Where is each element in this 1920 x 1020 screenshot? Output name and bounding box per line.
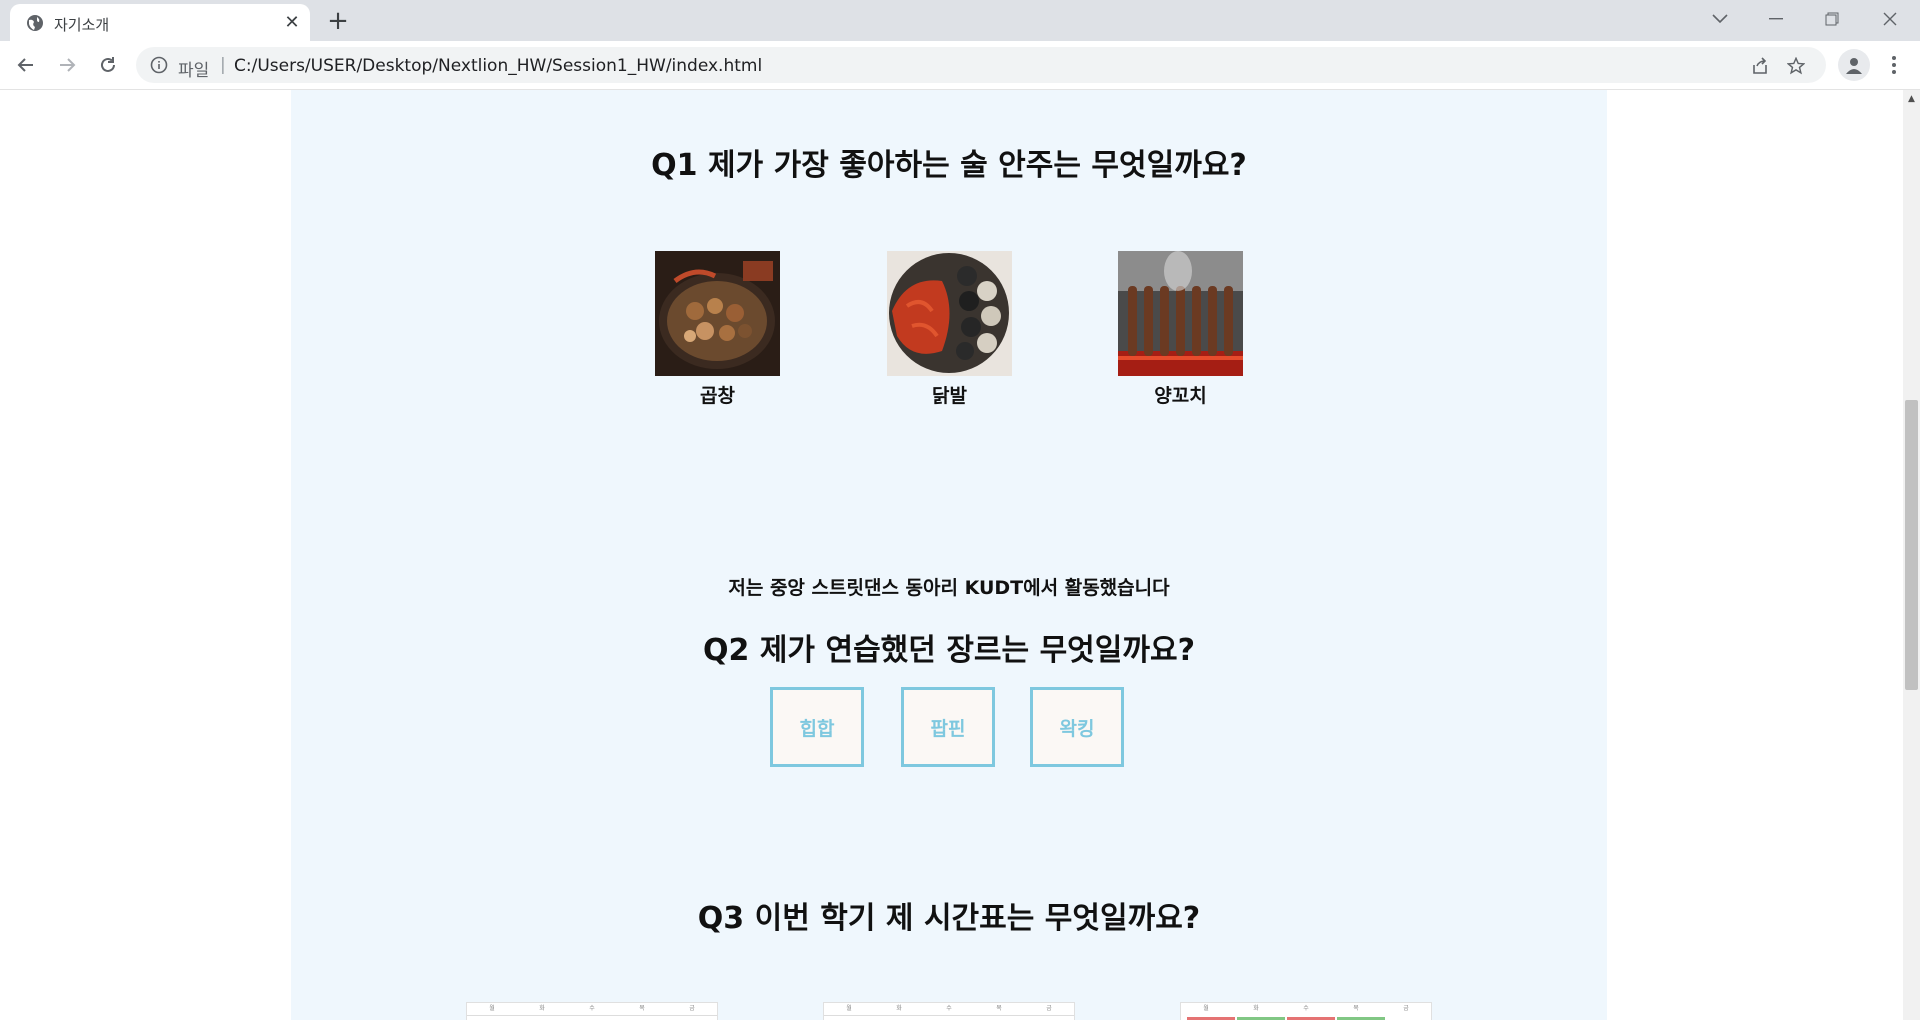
food-label-dakbal: 닭발 [932,385,967,407]
tab-title: 자기소개 [54,16,110,34]
food-label-gopchang: 곱창 [700,385,735,407]
timetable-header: 월화수목금 [1203,1005,1409,1012]
timetable-image-1[interactable]: 월화수목금 [466,1002,718,1020]
q3-title: Q3 이번 학기 제 시간표는 무엇일까요? [697,901,1201,936]
forward-icon[interactable] [53,51,81,79]
genre-button-hiphop[interactable]: 힙합 [770,687,864,767]
reload-icon[interactable] [94,51,122,79]
timetable-header: 월화수목금 [489,1005,695,1012]
close-tab-icon[interactable]: ✕ [280,10,304,34]
close-window-icon[interactable] [1870,4,1910,34]
scroll-up-arrow-icon[interactable]: ▲ [1903,92,1920,106]
tab-strip: 자기소개 ✕ + [0,0,1920,41]
minimize-icon[interactable] [1756,4,1796,34]
address-separator: | [220,55,226,75]
food-option-yangkkochi[interactable]: 양꼬치 [1118,251,1243,408]
q2-title: Q2 제가 연습했던 장르는 무엇일까요? [703,633,1195,668]
timetable-header: 월화수목금 [846,1005,1052,1012]
genre-button-popping[interactable]: 팝핀 [901,687,995,767]
scrollbar-thumb[interactable] [1905,400,1918,690]
gopchang-image[interactable] [655,251,780,376]
browser-toolbar: 파일 | C:/Users/USER/Desktop/Nextlion_HW/S… [0,41,1920,90]
timetable-image-2[interactable]: 월화수목금 [823,1002,1075,1020]
timetable-gridline [467,1015,717,1016]
content-panel: Q1 제가 가장 좋아하는 술 안주는 무엇일까요? 곱창 닭발 양꼬치 저는 … [291,90,1607,1020]
info-icon[interactable] [150,56,168,74]
page-viewport: Q1 제가 가장 좋아하는 술 안주는 무엇일까요? 곱창 닭발 양꼬치 저는 … [0,90,1903,1020]
more-menu-icon[interactable] [1882,51,1906,79]
bookmark-star-icon[interactable] [1784,54,1808,78]
intro-text: 저는 중앙 스트릿댄스 동아리 KUDT에서 활동했습니다 [728,577,1170,599]
q1-title: Q1 제가 가장 좋아하는 술 안주는 무엇일까요? [651,148,1247,183]
timetable-image-3[interactable]: 월화수목금 [1180,1002,1432,1020]
share-icon[interactable] [1748,54,1772,78]
restore-icon[interactable] [1812,4,1852,34]
address-bar[interactable]: 파일 | C:/Users/USER/Desktop/Nextlion_HW/S… [136,47,1826,83]
scheme-label: 파일 [178,61,210,81]
food-label-yangkkochi: 양꼬치 [1154,385,1207,407]
new-tab-button[interactable]: + [323,6,353,36]
genre-button-waacking[interactable]: 왁킹 [1030,687,1124,767]
yangkkochi-image[interactable] [1118,251,1243,376]
back-icon[interactable] [12,51,40,79]
timetable-gridline [824,1015,1074,1016]
url-text[interactable]: C:/Users/USER/Desktop/Nextlion_HW/Sessio… [234,56,762,76]
globe-icon [27,15,43,31]
food-option-gopchang[interactable]: 곱창 [655,251,780,408]
profile-avatar-icon[interactable] [1838,49,1870,81]
page-scrollbar[interactable]: ▲ [1903,90,1920,1020]
tab-search-icon[interactable] [1700,4,1740,34]
food-option-dakbal[interactable]: 닭발 [887,251,1012,408]
browser-tab[interactable]: 자기소개 ✕ [10,4,310,41]
dakbal-image[interactable] [887,251,1012,376]
